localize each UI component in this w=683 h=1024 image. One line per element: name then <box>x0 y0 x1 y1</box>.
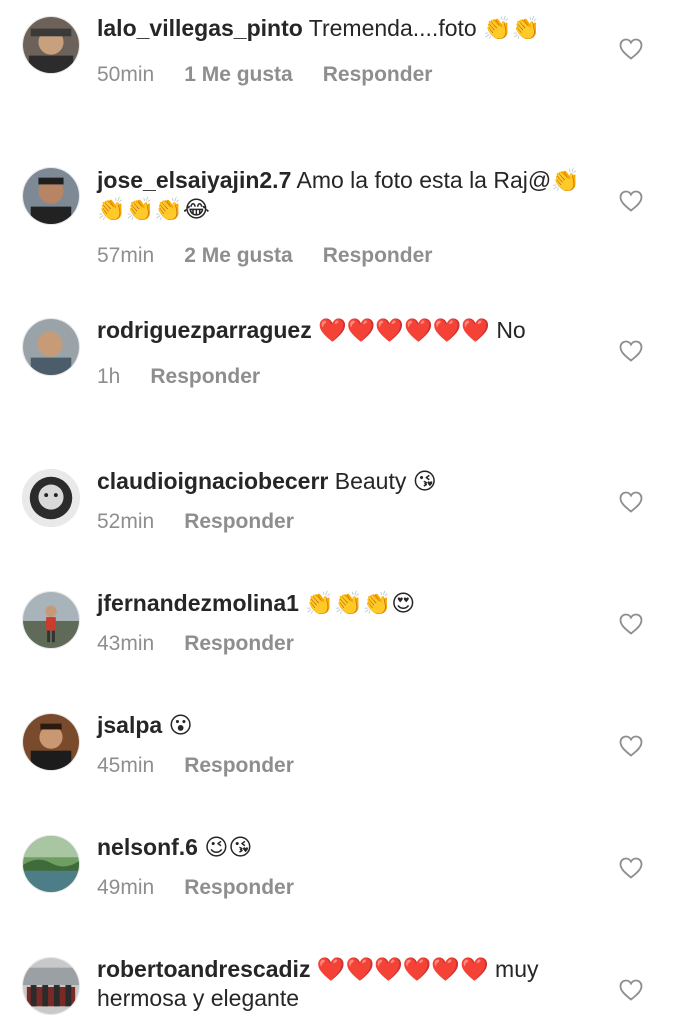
heart-outline-icon[interactable] <box>619 735 643 757</box>
comment-body: nelsonf.6 😉😘 49min Responder <box>97 833 603 900</box>
comment-time: 43min <box>97 632 155 655</box>
comment-body: robertoandrescadiz ❤️❤️❤️❤️❤️❤️ muy herm… <box>97 955 603 1013</box>
comment-username[interactable]: robertoandrescadiz <box>97 956 310 982</box>
heart-outline-icon[interactable] <box>619 38 643 60</box>
comment-body: claudioignaciobecerr Beauty 😘 52min Resp… <box>97 467 603 534</box>
reply-button[interactable]: Responder <box>323 63 433 87</box>
comment-time: 49min <box>97 876 155 899</box>
heart-outline-icon[interactable] <box>619 491 643 513</box>
reply-button[interactable]: Responder <box>184 754 294 778</box>
comment-username[interactable]: lalo_villegas_pinto <box>97 15 303 41</box>
comment-text: ❤️❤️❤️❤️❤️❤️ No <box>318 317 526 343</box>
comment-body: lalo_villegas_pinto Tremenda....foto 👏👏 … <box>97 14 603 87</box>
avatar[interactable] <box>22 318 80 376</box>
reply-button[interactable]: Responder <box>323 244 433 268</box>
avatar[interactable] <box>22 16 80 74</box>
comment-text: 😉😘 <box>204 834 253 860</box>
comment-body: jose_elsaiyajin2.7 Amo la foto esta la R… <box>97 166 603 268</box>
comment-username[interactable]: jose_elsaiyajin2.7 <box>97 167 291 193</box>
comment-text: Beauty 😘 <box>334 468 437 494</box>
comment-time: 52min <box>97 510 155 533</box>
heart-outline-icon[interactable] <box>619 340 643 362</box>
comment-username[interactable]: claudioignaciobecerr <box>97 468 328 494</box>
comments-list: lalo_villegas_pinto Tremenda....foto 👏👏 … <box>0 0 683 1024</box>
heart-outline-icon[interactable] <box>619 190 643 212</box>
comment-time: 57min <box>97 244 155 267</box>
comment-time: 50min <box>97 63 155 86</box>
comment-username[interactable]: nelsonf.6 <box>97 834 198 860</box>
comment-time: 45min <box>97 754 155 777</box>
avatar[interactable] <box>22 713 80 771</box>
comment-username[interactable]: rodriguezparraguez <box>97 317 312 343</box>
heart-outline-icon[interactable] <box>619 857 643 879</box>
reply-button[interactable]: Responder <box>184 876 294 900</box>
avatar[interactable] <box>22 835 80 893</box>
reply-button[interactable]: Responder <box>184 632 294 656</box>
avatar[interactable] <box>22 469 80 527</box>
heart-outline-icon[interactable] <box>619 979 643 1001</box>
avatar[interactable] <box>22 591 80 649</box>
comment-time: 1h <box>97 365 121 388</box>
heart-outline-icon[interactable] <box>619 613 643 635</box>
comment-text: Tremenda....foto 👏👏 <box>308 15 541 41</box>
reply-button[interactable]: Responder <box>184 510 294 534</box>
avatar[interactable] <box>22 957 80 1015</box>
comment-username[interactable]: jsalpa <box>97 712 162 738</box>
comment-body: jfernandezmolina1 👏👏👏😍 43min Responder <box>97 589 603 656</box>
comment-body: rodriguezparraguez ❤️❤️❤️❤️❤️❤️ No 1h Re… <box>97 316 603 389</box>
comment-likes[interactable]: 1 Me gusta <box>184 63 293 87</box>
comment-body: jsalpa 😮 45min Responder <box>97 711 603 778</box>
comment-username[interactable]: jfernandezmolina1 <box>97 590 299 616</box>
avatar[interactable] <box>22 167 80 225</box>
comment-text: 👏👏👏😍 <box>305 590 416 616</box>
comment-text: 😮 <box>168 712 193 738</box>
reply-button[interactable]: Responder <box>150 365 260 389</box>
comment-likes[interactable]: 2 Me gusta <box>184 244 293 268</box>
